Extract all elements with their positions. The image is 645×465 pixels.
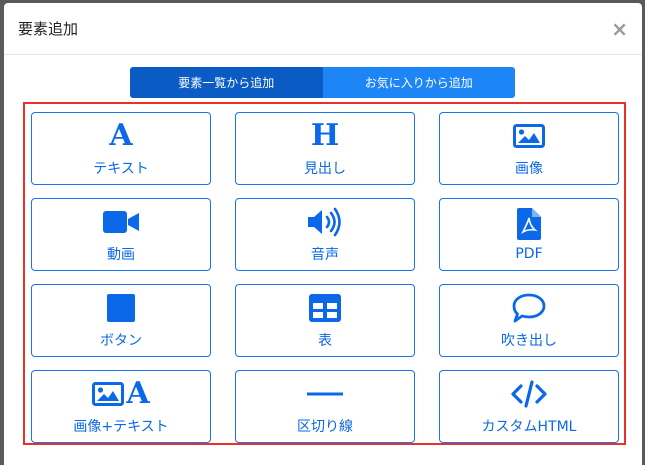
tile-pdf[interactable]: PDF (439, 198, 619, 271)
tile-label: 画像+テキスト (73, 418, 169, 435)
speaker-icon (306, 206, 344, 238)
tile-button[interactable]: ボタン (31, 284, 211, 357)
modal-header: 要素追加 × (4, 3, 642, 55)
speech-bubble-icon (512, 292, 546, 324)
tile-label: ボタン (100, 332, 142, 349)
tab-favorites[interactable]: お気に入りから追加 (322, 67, 515, 98)
tile-label: 見出し (304, 160, 346, 177)
image-icon (513, 120, 545, 152)
tile-audio[interactable]: 音声 (235, 198, 415, 271)
tile-heading[interactable]: H 見出し (235, 112, 415, 185)
tile-custom-html[interactable]: カスタムHTML (439, 370, 619, 443)
image-text-icon: A (92, 378, 150, 410)
tile-image[interactable]: 画像 (439, 112, 619, 185)
tab-bar: 要素一覧から追加 お気に入りから追加 (130, 67, 515, 98)
tile-label: 区切り線 (297, 418, 353, 435)
tile-label: カスタムHTML (481, 418, 577, 435)
tile-table[interactable]: 表 (235, 284, 415, 357)
tile-video[interactable]: 動画 (31, 198, 211, 271)
add-element-modal: 要素追加 × 要素一覧から追加 お気に入りから追加 A テキスト H 見出し 画… (4, 3, 642, 465)
tile-label: 表 (318, 332, 332, 349)
tile-label: テキスト (93, 160, 149, 177)
tile-label: 音声 (311, 246, 339, 263)
heading-h-icon: H (310, 117, 340, 153)
divider-line-icon (307, 378, 343, 410)
pdf-file-icon (517, 207, 541, 240)
video-camera-icon (103, 206, 139, 238)
tile-label: 画像 (515, 160, 543, 177)
tile-divider[interactable]: 区切り線 (235, 370, 415, 443)
code-icon (511, 378, 547, 410)
tile-speech-bubble[interactable]: 吹き出し (439, 284, 619, 357)
tile-label: 動画 (107, 246, 135, 263)
close-button[interactable]: × (607, 17, 632, 41)
tile-label: PDF (515, 245, 543, 262)
element-grid-frame: A テキスト H 見出し 画像 動画 音声 PDF ボタン 表 吹き出し A 画… (23, 102, 626, 445)
tile-label: 吹き出し (501, 332, 557, 349)
tile-image-text[interactable]: A 画像+テキスト (31, 370, 211, 443)
button-square-icon (107, 292, 135, 324)
modal-title: 要素追加 (18, 20, 79, 38)
element-grid: A テキスト H 見出し 画像 動画 音声 PDF ボタン 表 吹き出し A 画… (31, 112, 619, 443)
table-icon (309, 292, 341, 324)
tab-element-list[interactable]: 要素一覧から追加 (130, 67, 323, 98)
tile-text[interactable]: A テキスト (31, 112, 211, 185)
text-a-icon: A (109, 117, 133, 153)
